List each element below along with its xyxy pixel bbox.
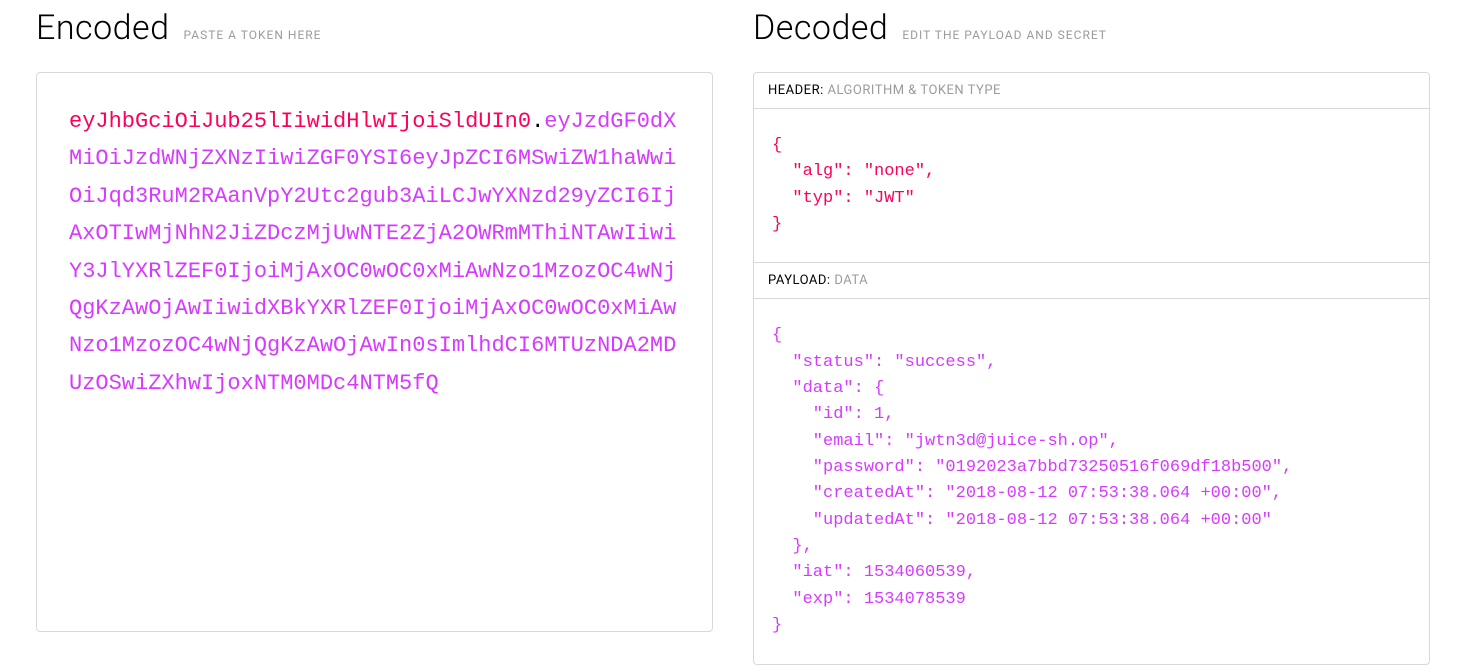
token-payload-part: eyJzdGF0dXMiOiJzdWNjZXNzIiwiZGF0YSI6eyJp… <box>69 109 676 396</box>
encoded-header: Encoded PASTE A TOKEN HERE <box>36 0 713 48</box>
header-section-label: HEADER: ALGORITHM & TOKEN TYPE <box>754 73 1429 109</box>
decoded-subtitle: EDIT THE PAYLOAD AND SECRET <box>902 28 1107 42</box>
decoded-header-section: HEADER: ALGORITHM & TOKEN TYPE { "alg": … <box>753 72 1430 263</box>
encoded-title: Encoded <box>36 8 170 48</box>
decoded-header: Decoded EDIT THE PAYLOAD AND SECRET <box>753 0 1430 48</box>
encoded-subtitle: PASTE A TOKEN HERE <box>184 28 322 42</box>
decoded-column: Decoded EDIT THE PAYLOAD AND SECRET HEAD… <box>753 0 1430 665</box>
payload-json-editor[interactable]: { "status": "success", "data": { "id": 1… <box>754 299 1429 663</box>
payload-section-label: PAYLOAD: DATA <box>754 263 1429 299</box>
token-separator-dot: . <box>531 109 544 134</box>
header-label-secondary: ALGORITHM & TOKEN TYPE <box>827 83 1000 98</box>
decoded-title: Decoded <box>753 8 888 48</box>
encoded-column: Encoded PASTE A TOKEN HERE eyJhbGciOiJub… <box>36 0 713 665</box>
header-label-primary: HEADER: <box>768 83 824 98</box>
payload-label-primary: PAYLOAD: <box>768 273 831 288</box>
header-json-editor[interactable]: { "alg": "none", "typ": "JWT" } <box>754 109 1429 262</box>
encoded-token-input[interactable]: eyJhbGciOiJub25lIiwidHlwIjoiSldUIn0.eyJz… <box>36 72 713 632</box>
decoded-sections: HEADER: ALGORITHM & TOKEN TYPE { "alg": … <box>753 72 1430 665</box>
payload-label-secondary: DATA <box>834 273 868 288</box>
decoded-payload-section: PAYLOAD: DATA { "status": "success", "da… <box>753 263 1430 664</box>
token-header-part: eyJhbGciOiJub25lIiwidHlwIjoiSldUIn0 <box>69 109 531 134</box>
